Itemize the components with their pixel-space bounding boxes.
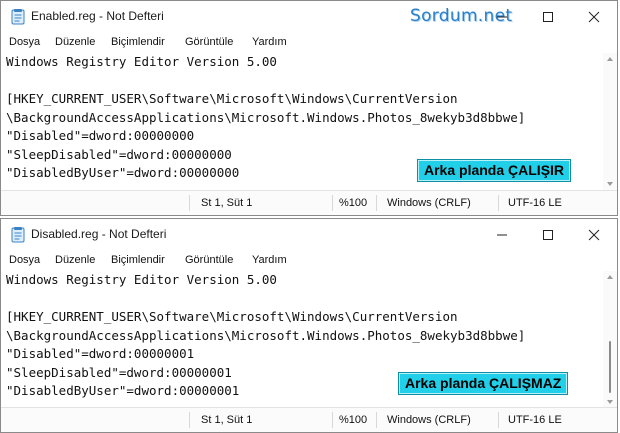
maximize-button[interactable]: [525, 219, 571, 251]
editor-line: "Disabled"=dword:00000001: [6, 346, 195, 361]
window-title: Disabled.reg - Not Defteri: [31, 227, 167, 241]
zoom-level: %100: [339, 414, 368, 426]
scroll-down-icon[interactable]: [607, 182, 613, 186]
status-label-badge: Arka planda ÇALIŞMAZ: [398, 372, 569, 395]
notepad-icon: [11, 9, 25, 25]
encoding: UTF-16 LE: [508, 414, 562, 426]
editor-line: "Disabled"=dword:00000000: [6, 128, 195, 143]
close-button[interactable]: [571, 219, 617, 251]
vertical-scrollbar[interactable]: [603, 271, 617, 408]
maximize-icon: [543, 230, 553, 240]
cursor-position: St 1, Süt 1: [201, 197, 253, 209]
minimize-icon: [497, 16, 507, 18]
vertical-scrollbar[interactable]: [603, 53, 617, 190]
menu-edit[interactable]: Düzenle: [55, 36, 95, 48]
editor-line: Windows Registry Editor Version 5.00: [6, 54, 277, 69]
status-bar: St 1, Süt 1 %100 Windows (CRLF) UTF-16 L…: [1, 407, 617, 432]
menu-help[interactable]: Yardım: [252, 254, 287, 266]
notepad-window-disabled: Disabled.reg - Not Defteri Dosya Düzenle…: [0, 218, 618, 433]
maximize-button[interactable]: [525, 1, 571, 33]
minimize-button[interactable]: [479, 219, 525, 251]
menu-edit[interactable]: Düzenle: [55, 254, 95, 266]
editor-line: [HKEY_CURRENT_USER\Software\Microsoft\Wi…: [6, 91, 458, 106]
menu-format[interactable]: Biçimlendir: [111, 254, 165, 266]
title-bar[interactable]: Disabled.reg - Not Defteri: [1, 219, 617, 251]
menu-bar: Dosya Düzenle Biçimlendir Görüntüle Yard…: [1, 33, 617, 53]
menu-help[interactable]: Yardım: [252, 36, 287, 48]
menu-file[interactable]: Dosya: [9, 36, 40, 48]
close-icon: [588, 229, 600, 241]
cursor-position: St 1, Süt 1: [201, 414, 253, 426]
scrollbar-thumb[interactable]: [609, 341, 611, 393]
editor-line: \BackgroundAccessApplications\Microsoft.…: [6, 109, 526, 125]
scroll-up-icon[interactable]: [607, 275, 613, 279]
title-bar[interactable]: Enabled.reg - Not Defteri Sordum.net: [1, 1, 617, 33]
line-ending: Windows (CRLF): [387, 197, 471, 209]
scroll-up-icon[interactable]: [607, 57, 613, 61]
close-icon: [588, 11, 600, 23]
menu-file[interactable]: Dosya: [9, 254, 40, 266]
minimize-button[interactable]: [479, 1, 525, 33]
encoding: UTF-16 LE: [508, 197, 562, 209]
maximize-icon: [543, 12, 553, 22]
editor-line: [HKEY_CURRENT_USER\Software\Microsoft\Wi…: [6, 309, 458, 324]
menu-view[interactable]: Görüntüle: [185, 36, 233, 48]
status-label-badge: Arka planda ÇALIŞIR: [417, 159, 572, 182]
menu-view[interactable]: Görüntüle: [185, 254, 233, 266]
status-bar: St 1, Süt 1 %100 Windows (CRLF) UTF-16 L…: [1, 190, 617, 215]
editor-line: Windows Registry Editor Version 5.00: [6, 272, 277, 287]
line-ending: Windows (CRLF): [387, 414, 471, 426]
notepad-icon: [11, 227, 25, 243]
minimize-icon: [497, 234, 507, 236]
scroll-down-icon[interactable]: [607, 400, 613, 404]
notepad-window-enabled: Enabled.reg - Not Defteri Sordum.net Dos…: [0, 0, 618, 216]
window-title: Enabled.reg - Not Defteri: [31, 9, 164, 23]
zoom-level: %100: [339, 197, 368, 209]
editor-line: \BackgroundAccessApplications\Microsoft.…: [6, 327, 526, 343]
menu-format[interactable]: Biçimlendir: [111, 36, 165, 48]
close-button[interactable]: [571, 1, 617, 33]
menu-bar: Dosya Düzenle Biçimlendir Görüntüle Yard…: [1, 251, 617, 271]
